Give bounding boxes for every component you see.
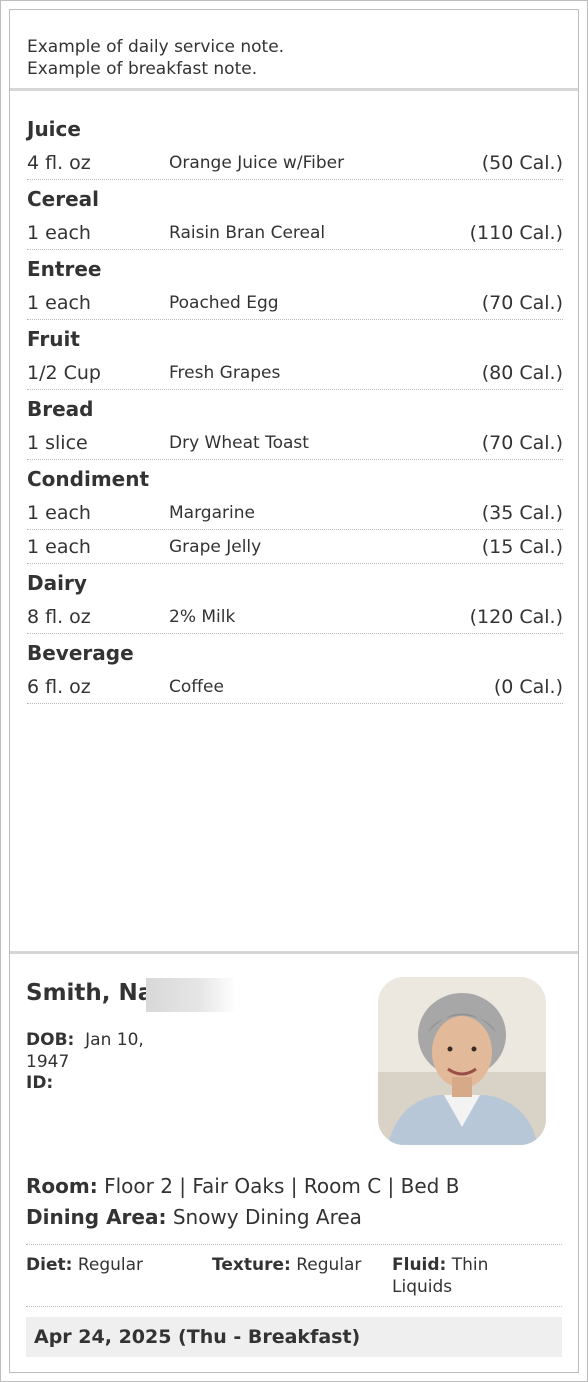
dining-area-value: Snowy Dining Area	[172, 1205, 362, 1229]
service-notes: Example of daily service note. Example o…	[27, 36, 284, 80]
menu-category: Entree	[27, 257, 102, 281]
resident-name: Smith, Na	[26, 980, 154, 1006]
menu-item-calories: (120 Cal.)	[469, 606, 563, 628]
menu-item-row: 1 each Poached Egg (70 Cal.)	[27, 287, 563, 320]
dob-field: DOB: Jan 10, 1947	[26, 1029, 166, 1073]
daily-service-note: Example of daily service note.	[27, 37, 285, 57]
notes-divider	[10, 88, 578, 91]
texture-label: Texture:	[212, 1255, 291, 1275]
diet-divider	[26, 1306, 562, 1307]
menu-item-name: Dry Wheat Toast	[169, 433, 309, 453]
room-label: Room:	[26, 1174, 98, 1198]
menu-item-quantity: 6 fl. oz	[27, 671, 161, 704]
menu-category: Juice	[27, 117, 81, 141]
room-field: Room: Floor 2 | Fair Oaks | Room C | Bed…	[26, 1171, 459, 1201]
id-field: ID:	[26, 1073, 53, 1093]
meal-date: Apr 24, 2025 (Thu - Breakfast)	[34, 1326, 361, 1348]
menu-divider	[10, 951, 578, 954]
texture-value: Regular	[296, 1255, 362, 1275]
meal-ticket: Example of daily service note. Example o…	[9, 9, 579, 1373]
diet-value: Regular	[77, 1255, 144, 1275]
menu-item-row: 6 fl. oz Coffee (0 Cal.)	[27, 671, 563, 704]
menu-item-row: 4 fl. oz Orange Juice w/Fiber (50 Cal.)	[27, 147, 563, 180]
menu-item-quantity: 1 each	[27, 217, 161, 250]
menu-item-calories: (110 Cal.)	[469, 222, 563, 244]
menu-category: Beverage	[27, 641, 134, 665]
menu-item-quantity: 1 each	[27, 497, 161, 530]
menu-category: Cereal	[27, 187, 100, 211]
dining-area-field: Dining Area: Snowy Dining Area	[26, 1202, 362, 1232]
resident-photo	[378, 977, 546, 1145]
menu-list: Juice 4 fl. oz Orange Juice w/Fiber (50 Cal…	[27, 111, 563, 705]
dining-area-label: Dining Area:	[26, 1205, 167, 1229]
resident-portrait-icon	[378, 977, 546, 1145]
texture-field: Texture: Regular	[212, 1254, 361, 1276]
room-value: Floor 2 | Fair Oaks | Room C | Bed B	[104, 1174, 460, 1198]
id-label: ID:	[26, 1073, 54, 1093]
menu-item-calories: (80 Cal.)	[481, 362, 563, 384]
menu-category: Condiment	[27, 467, 150, 491]
menu-item-name: Poached Egg	[169, 293, 279, 313]
diet-field: Diet: Regular	[26, 1254, 143, 1276]
menu-item-row: 8 fl. oz 2% Milk (120 Cal.)	[27, 601, 563, 634]
menu-item-quantity: 1/2 Cup	[27, 357, 161, 390]
name-redaction	[146, 978, 236, 1012]
menu-item-quantity: 4 fl. oz	[27, 147, 161, 180]
menu-item-row: 1 each Margarine (35 Cal.)	[27, 497, 563, 530]
menu-category: Dairy	[27, 571, 87, 595]
menu-item-calories: (35 Cal.)	[481, 502, 563, 524]
diet-label: Diet:	[26, 1255, 73, 1275]
details-divider	[26, 1244, 562, 1245]
menu-item-quantity: 1 each	[27, 287, 161, 320]
menu-item-calories: (0 Cal.)	[493, 676, 563, 698]
menu-item-calories: (15 Cal.)	[481, 536, 563, 558]
menu-item-name: 2% Milk	[169, 607, 236, 627]
dob-label: DOB:	[26, 1030, 75, 1050]
menu-item-row: 1 slice Dry Wheat Toast (70 Cal.)	[27, 427, 563, 460]
menu-category: Fruit	[27, 327, 80, 351]
breakfast-note: Example of breakfast note.	[27, 59, 258, 79]
menu-item-quantity: 1 each	[27, 531, 161, 564]
menu-item-name: Grape Jelly	[169, 537, 262, 557]
menu-item-name: Raisin Bran Cereal	[169, 223, 326, 243]
menu-item-quantity: 8 fl. oz	[27, 601, 161, 634]
ticket-outer-frame: Example of daily service note. Example o…	[0, 0, 588, 1382]
menu-item-calories: (70 Cal.)	[481, 292, 563, 314]
menu-item-calories: (70 Cal.)	[481, 432, 563, 454]
menu-item-name: Orange Juice w/Fiber	[169, 153, 345, 173]
menu-item-row: 1 each Grape Jelly (15 Cal.)	[27, 531, 563, 564]
fluid-field: Fluid: Thin Liquids	[392, 1254, 532, 1298]
menu-item-name: Coffee	[169, 677, 224, 697]
menu-item-row: 1 each Raisin Bran Cereal (110 Cal.)	[27, 217, 563, 250]
fluid-label: Fluid:	[392, 1255, 447, 1275]
menu-category: Bread	[27, 397, 94, 421]
menu-item-quantity: 1 slice	[27, 427, 161, 460]
menu-item-calories: (50 Cal.)	[481, 152, 563, 174]
menu-item-name: Margarine	[169, 503, 255, 523]
menu-item-name: Fresh Grapes	[169, 363, 281, 383]
menu-item-row: 1/2 Cup Fresh Grapes (80 Cal.)	[27, 357, 563, 390]
meal-date-bar: Apr 24, 2025 (Thu - Breakfast)	[26, 1317, 562, 1357]
